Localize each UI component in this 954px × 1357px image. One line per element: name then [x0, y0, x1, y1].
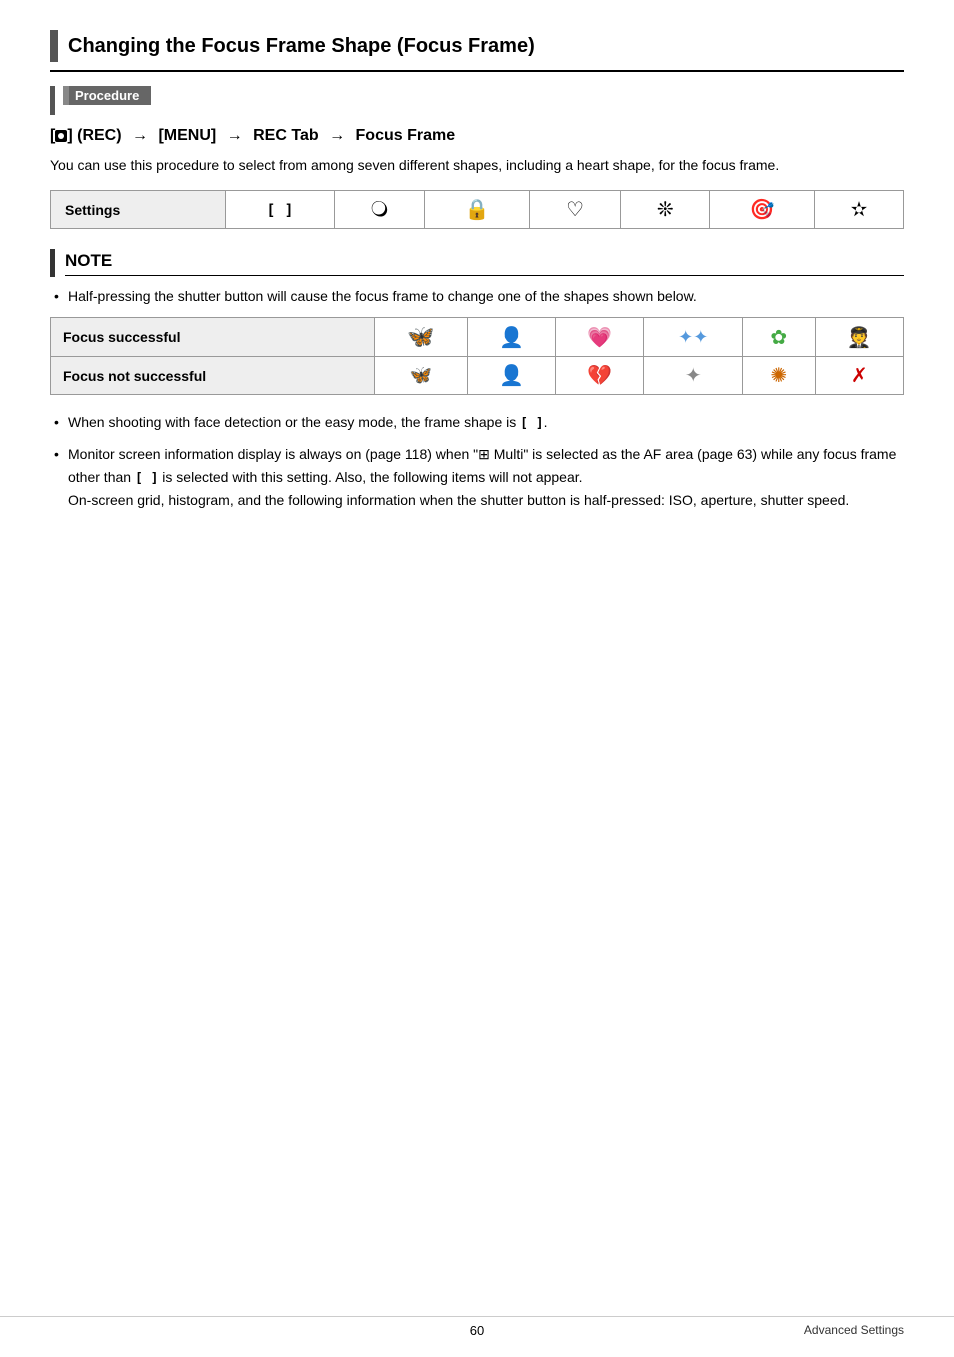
note-bullet-3: Monitor screen information display is al… — [50, 443, 904, 512]
focus-success-icon-2: 👤 — [467, 318, 555, 357]
description-text: You can use this procedure to select fro… — [50, 155, 904, 176]
focus-fail-icon-3: 💔 — [556, 357, 644, 395]
title-bar: Changing the Focus Frame Shape (Focus Fr… — [50, 30, 904, 72]
note-section: NOTE Half-pressing the shutter button wi… — [50, 249, 904, 520]
settings-icon-2: 🔾 — [334, 191, 424, 229]
footer-page-number: 60 — [470, 1323, 484, 1338]
focus-success-icon-6: 🧑‍✈️ — [815, 318, 903, 357]
settings-icon-3: 🔒 — [425, 191, 530, 229]
focus-fail-icon-6: ✗ — [815, 357, 903, 395]
page-footer: 60 Advanced Settings — [0, 1316, 954, 1337]
note-title: NOTE — [65, 251, 904, 276]
page-container: Changing the Focus Frame Shape (Focus Fr… — [0, 0, 954, 1357]
focus-success-icon-1: 🦋 — [374, 318, 467, 357]
note-accent — [50, 249, 55, 277]
procedure-badge: Procedure — [63, 86, 151, 105]
settings-icon-7: ✫ — [814, 191, 903, 229]
note-bullet-1: Half-pressing the shutter button will ca… — [50, 285, 904, 307]
arrow-1: → — [132, 127, 148, 144]
arrow-2: → — [227, 127, 243, 144]
settings-label: Settings — [51, 191, 226, 229]
note-bullet-2: When shooting with face detection or the… — [50, 411, 904, 435]
note-bullet-3-text: Monitor screen information display is al… — [68, 446, 896, 508]
focus-successful-label: Focus successful — [51, 318, 375, 357]
procedure-accent — [50, 86, 55, 115]
nav-path: [] (REC) → [MENU] → REC Tab → Focus Fram… — [50, 127, 904, 145]
page-title: Changing the Focus Frame Shape (Focus Fr… — [68, 35, 535, 58]
note-bullet-2-text: When shooting with face detection or the… — [68, 414, 548, 430]
focus-fail-icon-1: 🦋 — [374, 357, 467, 395]
arrow-3: → — [329, 127, 345, 144]
note-bullets-extra: When shooting with face detection or the… — [50, 411, 904, 511]
focus-fail-icon-5: ✺ — [742, 357, 815, 395]
settings-icon-6: 🎯 — [710, 191, 815, 229]
footer-section: Advanced Settings — [804, 1323, 904, 1337]
rec-icon: [] — [50, 127, 73, 144]
focus-fail-icon-4: ✦ — [644, 357, 742, 395]
note-header: NOTE — [50, 249, 904, 277]
settings-icon-1: [ ] — [225, 191, 334, 229]
nav-focus-frame-label: Focus Frame — [356, 127, 456, 144]
note-bullet-1-text: Half-pressing the shutter button will ca… — [68, 288, 697, 304]
focus-success-icon-3: 💗 — [556, 318, 644, 357]
settings-icon-4: ♡ — [530, 191, 621, 229]
nav-rec-label: (REC) — [77, 127, 126, 144]
focus-success-icon-4: ✦✦ — [644, 318, 742, 357]
settings-icon-5: ❊ — [621, 191, 710, 229]
focus-table: Focus successful 🦋 👤 💗 ✦✦ ✿ 🧑‍✈️ Focus n… — [50, 317, 904, 395]
procedure-wrapper: Procedure — [50, 86, 904, 115]
nav-rec-tab-label: REC Tab — [253, 127, 323, 144]
nav-menu-label: [MENU] — [158, 127, 220, 144]
settings-table: Settings [ ] 🔾 🔒 ♡ ❊ 🎯 ✫ — [50, 190, 904, 229]
focus-not-successful-label: Focus not successful — [51, 357, 375, 395]
focus-success-icon-5: ✿ — [742, 318, 815, 357]
title-accent — [50, 30, 58, 62]
procedure-label: Procedure — [75, 88, 139, 103]
focus-fail-icon-2: 👤 — [467, 357, 555, 395]
